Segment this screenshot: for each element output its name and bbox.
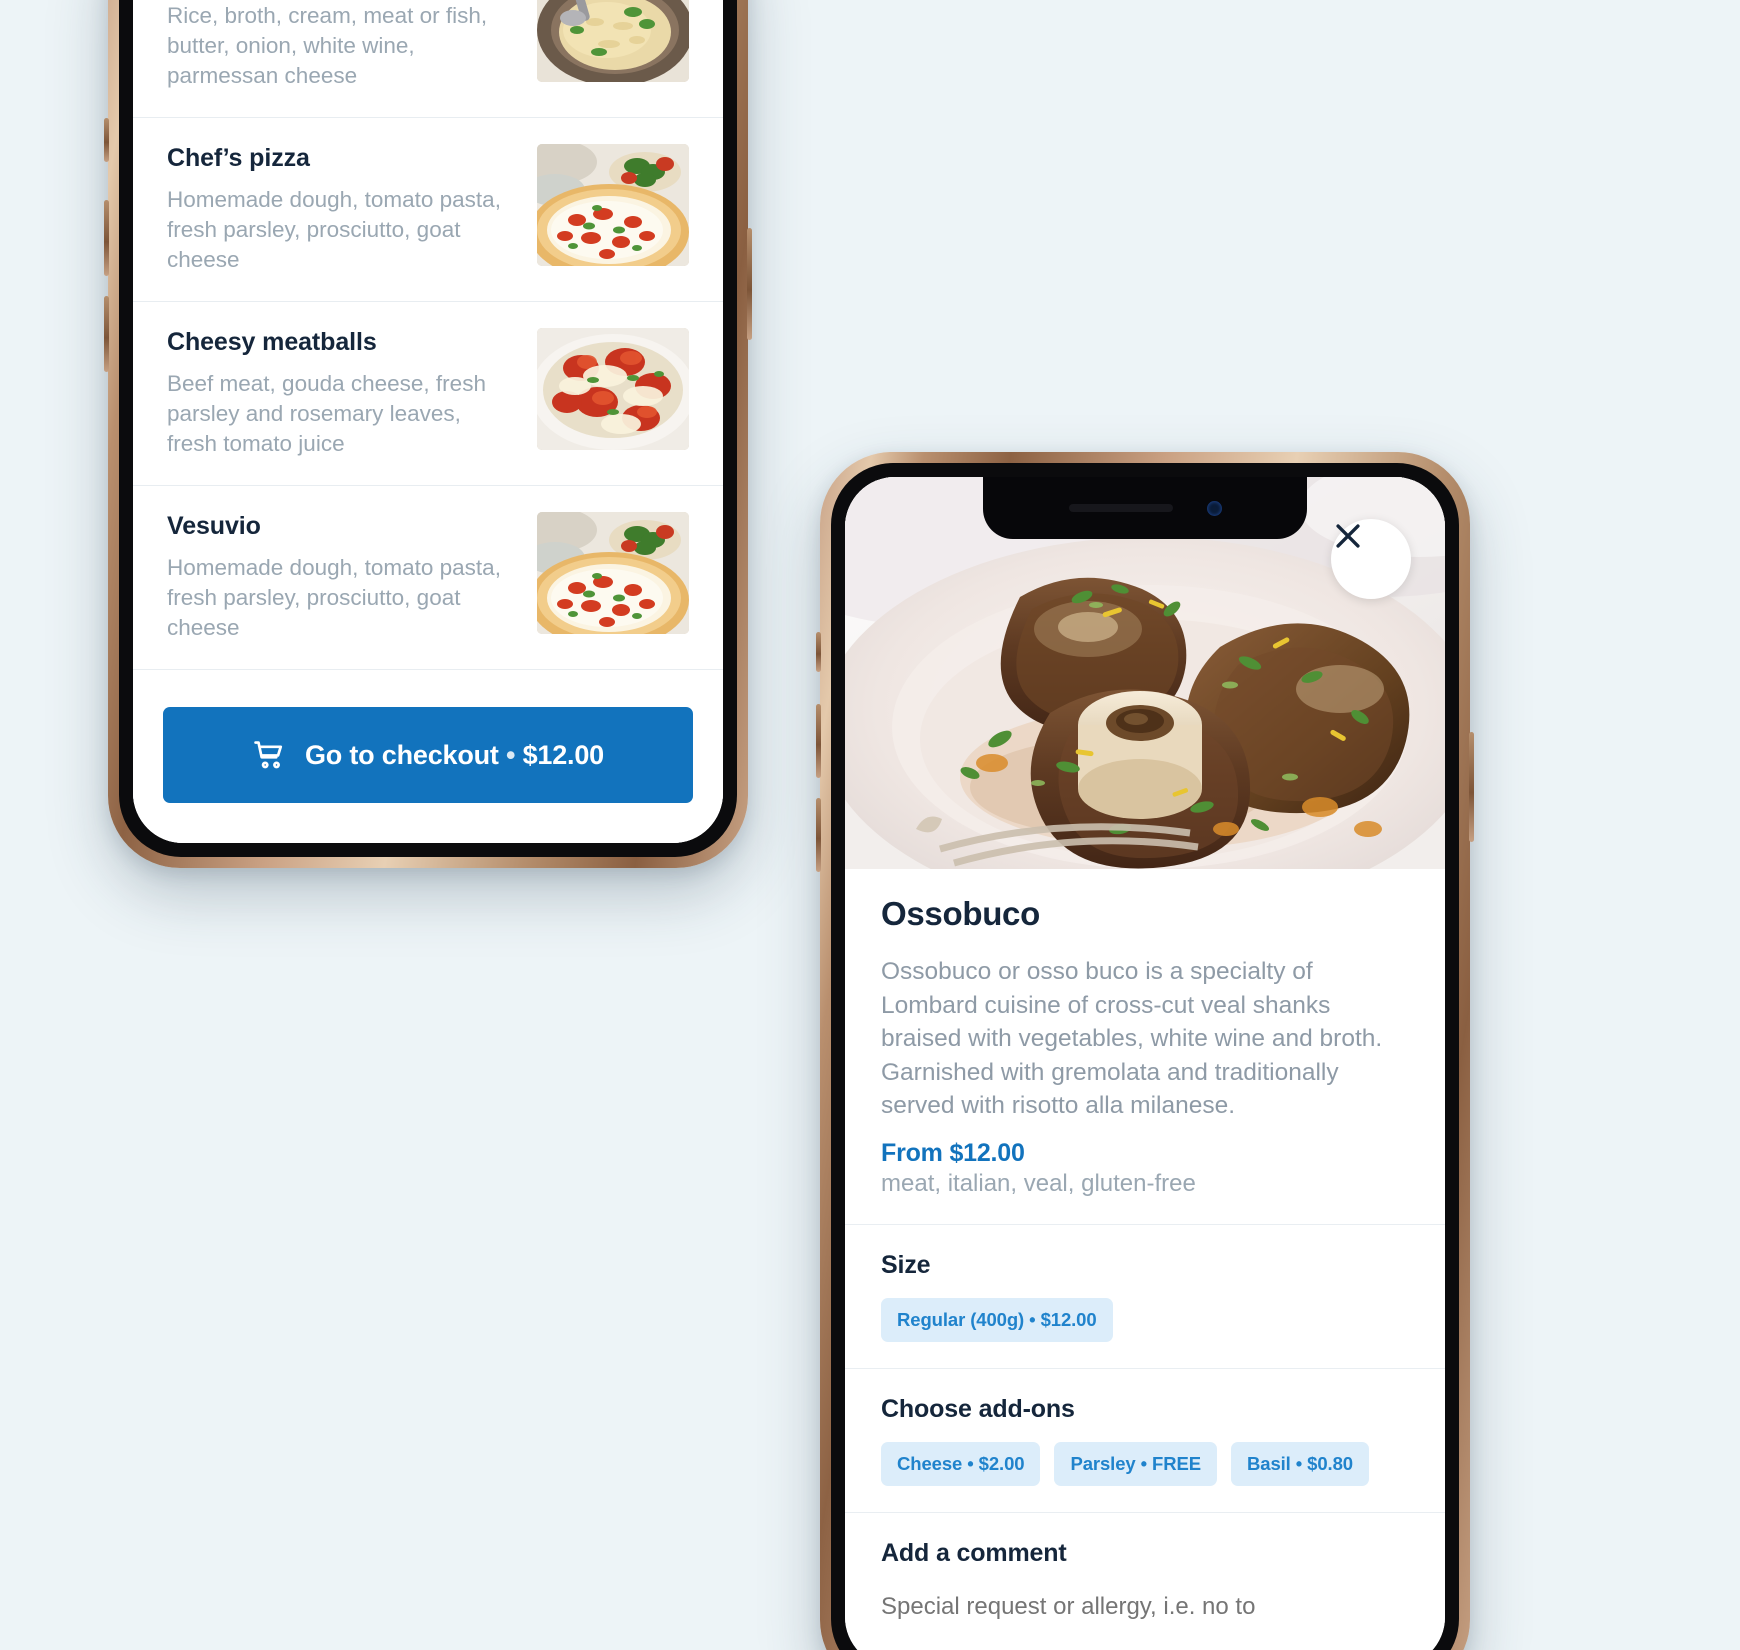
checkout-bar: Go to checkout • $12.00 — [133, 681, 723, 843]
volume-up-button-right[interactable] — [816, 704, 821, 778]
menu-item-text: Vesuvio Homemade dough, tomato pasta, fre… — [167, 512, 515, 643]
mute-switch-right[interactable] — [816, 632, 821, 672]
volume-down-button-right[interactable] — [816, 798, 821, 872]
menu-item-text: Cheesy meatballs Beef meat, gouda cheese,… — [167, 328, 515, 459]
menu-item-row[interactable]: Cheesy meatballs Beef meat, gouda cheese,… — [133, 302, 723, 486]
menu-item-row[interactable]: Chef’s pizza Homemade dough, tomato pasta… — [133, 118, 723, 302]
dish-title: Ossobuco — [881, 895, 1040, 932]
addon-option-chip[interactable]: Basil • $0.80 — [1231, 1441, 1369, 1486]
menu-scroll-area[interactable]: RisottoRice, broth, cream, meat or fish,… — [133, 0, 723, 843]
menu-phone-screen: RisottoRice, broth, cream, meat or fish,… — [133, 0, 723, 843]
dish-info-block: Ossobuco Ossobuco or osso buco is a spec… — [845, 869, 1445, 1224]
checkout-separator: • — [506, 739, 516, 770]
menu-phone-device: RisottoRice, broth, cream, meat or fish,… — [104, 0, 752, 868]
volume-down-button[interactable] — [104, 296, 109, 372]
addon-option-chip[interactable]: Cheese • $2.00 — [881, 1441, 1041, 1486]
menu-item-thumbnail — [537, 0, 689, 82]
menu-item-name: Chef’s pizza — [167, 144, 310, 172]
addons-section: Choose add-ons Cheese • $2.00 Parsley • F… — [845, 1367, 1445, 1512]
size-section-title: Size — [881, 1250, 931, 1279]
screenshot-stage: RisottoRice, broth, cream, meat or fish,… — [0, 0, 1740, 1650]
power-button-right[interactable] — [1469, 732, 1474, 842]
comment-input[interactable] — [881, 1589, 1409, 1624]
dish-tags: meat, italian, veal, gluten-free — [881, 1169, 1196, 1197]
menu-item-row[interactable]: Vesuvio Homemade dough, tomato pasta, fre… — [133, 486, 723, 670]
dish-detail-view: Ossobuco Ossobuco or osso buco is a spec… — [845, 477, 1445, 1650]
menu-item-description: Rice, broth, cream, meat or fish, butter… — [167, 3, 488, 88]
menu-phone-bezel: RisottoRice, broth, cream, meat or fish,… — [119, 0, 737, 857]
size-section: Size Regular (400g) • $12.00 — [845, 1223, 1445, 1368]
close-button[interactable] — [1331, 519, 1411, 599]
close-icon — [1336, 524, 1360, 548]
shopping-cart-icon — [254, 741, 283, 769]
addons-section-title: Choose add-ons — [881, 1394, 1075, 1423]
addon-option-list: Cheese • $2.00 Parsley • FREE Basil • $0.8… — [881, 1441, 1409, 1486]
menu-item-text: Chef’s pizza Homemade dough, tomato pasta… — [167, 144, 515, 275]
mute-switch[interactable] — [104, 118, 109, 162]
size-option-list: Regular (400g) • $12.00 — [881, 1297, 1409, 1342]
menu-item-description: Beef meat, gouda cheese, fresh parsley a… — [167, 371, 486, 456]
dish-price: From $12.00 — [881, 1138, 1025, 1167]
comment-section-title: Add a comment — [881, 1538, 1067, 1567]
dish-description: Ossobuco or osso buco is a specialty of … — [881, 958, 1383, 1119]
menu-item-thumbnail — [537, 144, 689, 266]
phone-notch — [983, 477, 1307, 539]
power-button[interactable] — [747, 228, 752, 340]
detail-phone-device: Ossobuco Ossobuco or osso buco is a spec… — [816, 452, 1474, 1650]
menu-item-description: Homemade dough, tomato pasta, fresh pars… — [167, 555, 501, 640]
earpiece-speaker — [1068, 504, 1173, 512]
checkout-button-label: Go to checkout • $12.00 — [305, 740, 604, 771]
checkout-total: $12.00 — [522, 739, 605, 770]
menu-item-name: Cheesy meatballs — [167, 328, 377, 356]
front-camera — [1206, 500, 1222, 516]
menu-item-description: Homemade dough, tomato pasta, fresh pars… — [167, 187, 501, 272]
volume-up-button[interactable] — [104, 200, 109, 276]
menu-item-thumbnail — [537, 328, 689, 450]
addon-option-chip[interactable]: Parsley • FREE — [1054, 1441, 1217, 1486]
menu-item-thumbnail — [537, 512, 689, 634]
detail-phone-screen: Ossobuco Ossobuco or osso buco is a spec… — [845, 477, 1445, 1650]
menu-item-text: RisottoRice, broth, cream, meat or fish,… — [167, 0, 515, 91]
checkout-text: Go to checkout — [305, 739, 499, 770]
menu-item-list: RisottoRice, broth, cream, meat or fish,… — [133, 0, 723, 681]
menu-item-row[interactable]: RisottoRice, broth, cream, meat or fish,… — [133, 0, 723, 118]
comment-section: Add a comment — [845, 1511, 1445, 1650]
size-option-chip[interactable]: Regular (400g) • $12.00 — [881, 1297, 1113, 1342]
menu-item-name: Vesuvio — [167, 512, 261, 540]
go-to-checkout-button[interactable]: Go to checkout • $12.00 — [163, 707, 693, 803]
detail-phone-bezel: Ossobuco Ossobuco or osso buco is a spec… — [831, 463, 1459, 1650]
